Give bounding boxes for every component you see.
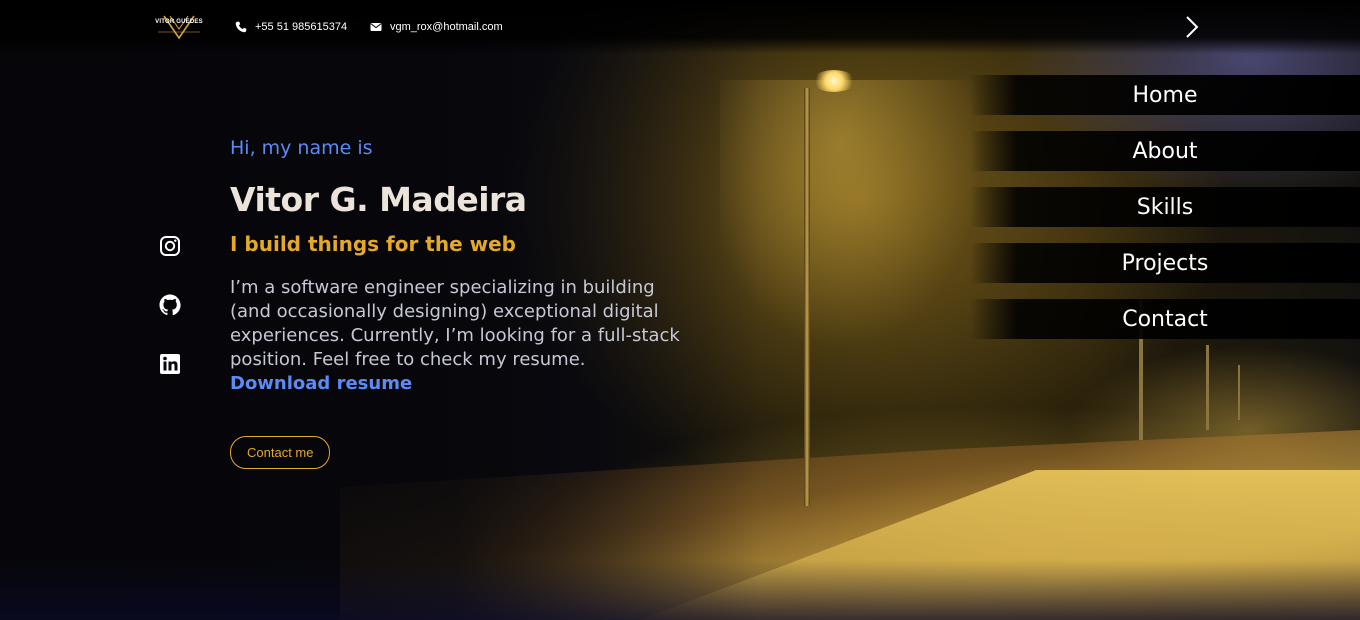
background-bottom-fade xyxy=(0,560,1360,620)
hero-bio: I’m a software engineer specializing in … xyxy=(230,276,680,396)
phone-contact[interactable]: +55 51 985615374 xyxy=(235,19,347,35)
linkedin-icon xyxy=(160,354,180,374)
github-icon xyxy=(159,294,181,316)
email-contact[interactable]: vgm_rox@hotmail.com xyxy=(370,19,503,35)
hero-tagline: I build things for the web xyxy=(230,232,516,256)
menu-toggle-button[interactable] xyxy=(1180,14,1204,40)
street-lamp-light xyxy=(812,70,856,92)
hero-greeting: Hi, my name is xyxy=(230,137,373,159)
nav-item-home[interactable]: Home xyxy=(970,75,1360,115)
instagram-icon xyxy=(160,236,180,256)
nav-item-skills[interactable]: Skills xyxy=(970,187,1360,227)
phone-number: +55 51 985615374 xyxy=(255,21,348,33)
logo-text: VITOR GUEDES xyxy=(155,19,203,25)
nav-item-label: Skills xyxy=(1136,194,1194,220)
nav-item-about[interactable]: About xyxy=(970,131,1360,171)
logo-mark-icon xyxy=(158,15,200,40)
nav-item-projects[interactable]: Projects xyxy=(970,243,1360,283)
site-logo[interactable]: VITOR GUEDES xyxy=(154,14,204,40)
linkedin-link[interactable] xyxy=(158,352,182,376)
nav-item-label: Projects xyxy=(1121,250,1209,276)
top-bar: VITOR GUEDES +55 51 985615374 vgm_rox@ho… xyxy=(0,0,1360,54)
nav-item-label: Contact xyxy=(1122,306,1208,332)
nav-item-contact[interactable]: Contact xyxy=(970,299,1360,339)
nav-item-label: Home xyxy=(1132,82,1198,108)
distant-lamp-pole xyxy=(1238,365,1240,420)
street-lamp-pole xyxy=(804,88,810,506)
distant-lamp-pole xyxy=(1206,345,1209,430)
instagram-link[interactable] xyxy=(158,234,182,258)
email-address: vgm_rox@hotmail.com xyxy=(390,21,503,33)
download-resume-link[interactable]: Download resume xyxy=(230,373,412,394)
nav-item-label: About xyxy=(1132,138,1198,164)
contact-me-button[interactable]: Contact me xyxy=(230,436,331,469)
chevron-right-icon xyxy=(1186,16,1199,38)
social-links xyxy=(158,234,182,411)
hero-section: Hi, my name is Vitor G. Madeira I build … xyxy=(230,134,700,469)
phone-icon xyxy=(235,21,247,33)
github-link[interactable] xyxy=(158,293,182,317)
main-nav: Home About Skills Projects Contact xyxy=(970,75,1360,355)
hero-name: Vitor G. Madeira xyxy=(230,180,527,219)
envelope-icon xyxy=(370,21,382,33)
hero-bio-text: I’m a software engineer specializing in … xyxy=(230,277,680,370)
